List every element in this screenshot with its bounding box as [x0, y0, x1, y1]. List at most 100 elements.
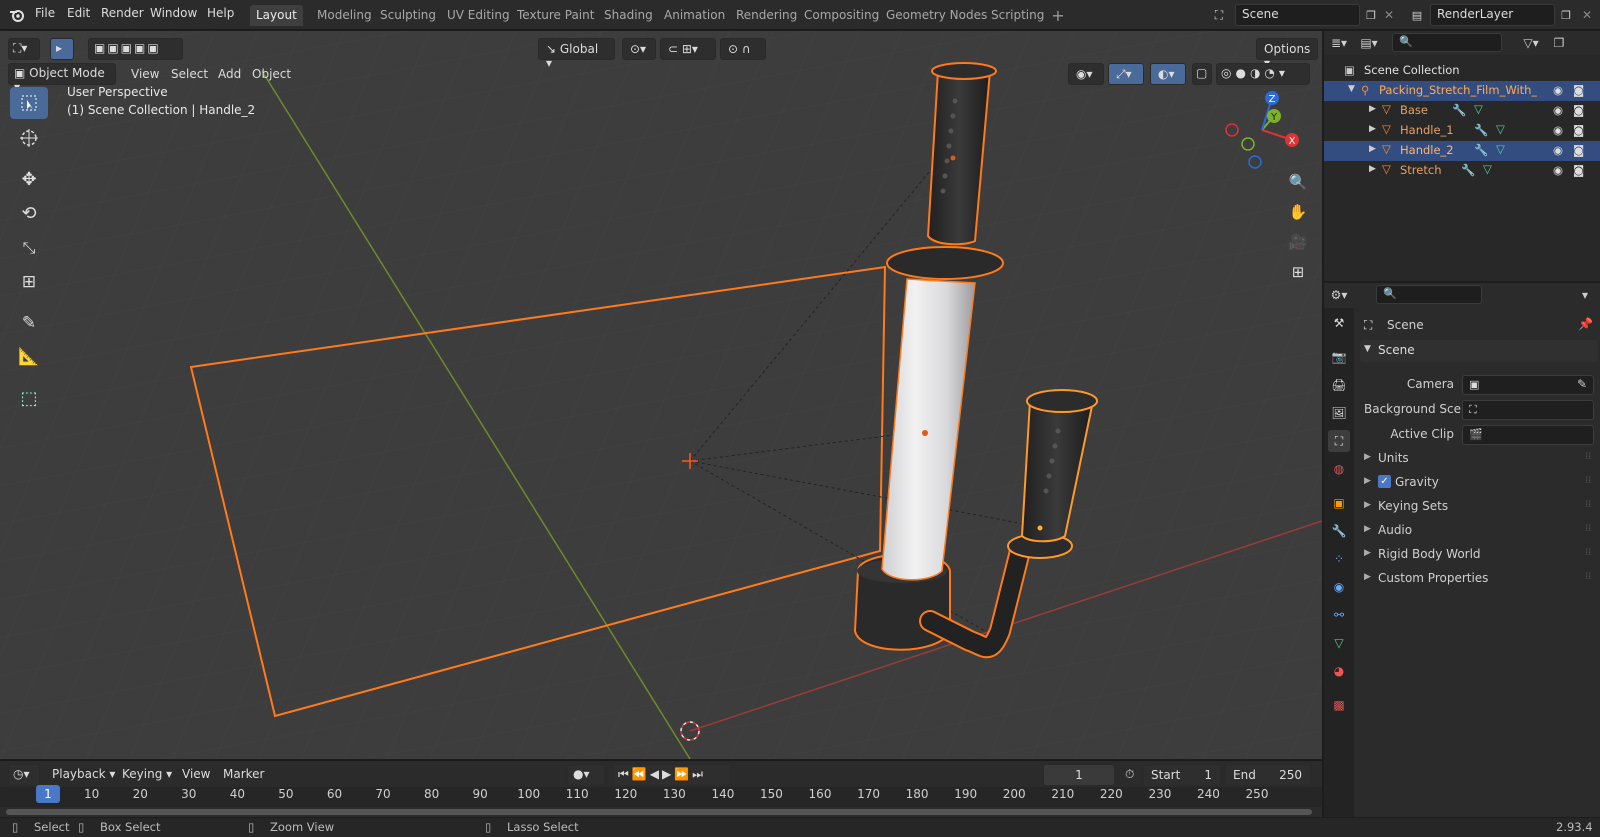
playback-controls[interactable]: ⏮⏪◀▶⏩⏭: [613, 764, 731, 786]
drag-handle-icon[interactable]: ⁞⁞: [1585, 547, 1591, 558]
chevron-right-icon[interactable]: ▶: [1369, 104, 1376, 114]
pin-icon[interactable]: 📌: [1578, 317, 1593, 331]
render-camera-icon[interactable]: ◙: [1573, 163, 1584, 177]
rotate-tool[interactable]: ⟲: [10, 197, 48, 229]
new-collection-icon[interactable]: ❐: [1548, 33, 1570, 53]
snapping-button[interactable]: ⊂ ⊞▾: [660, 38, 716, 60]
auto-keying-button[interactable]: ●▾: [567, 764, 605, 786]
chevron-right-icon[interactable]: ▶: [1369, 144, 1376, 154]
tool-tab-icon[interactable]: ⚒: [1328, 312, 1350, 334]
cursor-tool[interactable]: [10, 122, 48, 154]
gravity-checkbox[interactable]: ✓: [1378, 475, 1391, 488]
ortho-toggle-icon[interactable]: ⊞: [1284, 258, 1312, 286]
drag-handle-icon[interactable]: ⁞⁞: [1585, 523, 1591, 534]
outliner-object-row[interactable]: ▶ ▽ Handle_1 🔧 ▽ ◉ ◙: [1324, 121, 1600, 141]
render-tab-icon[interactable]: 📷: [1328, 346, 1350, 368]
object-tab-icon[interactable]: ▣: [1328, 492, 1350, 514]
tab-animation[interactable]: Animation: [658, 5, 731, 26]
chevron-down-icon[interactable]: ▼: [1348, 84, 1355, 94]
camera-field[interactable]: ▣ ✎: [1462, 375, 1594, 395]
drag-handle-icon[interactable]: ⁞⁞: [1585, 499, 1591, 510]
menu-view[interactable]: View: [131, 67, 159, 81]
overlay-toggle[interactable]: ◐▾: [1150, 63, 1186, 85]
pivot-point-dropdown[interactable]: ⊙▾: [622, 38, 656, 60]
drag-handle-icon[interactable]: ⁞⁞: [1585, 571, 1591, 582]
transform-tool[interactable]: ⊞: [10, 266, 48, 298]
world-tab-icon[interactable]: ◍: [1328, 458, 1350, 480]
timeline-editor-type-icon[interactable]: ◷▾: [8, 764, 40, 786]
texture-tab-icon[interactable]: ▩: [1328, 694, 1350, 716]
render-camera-icon[interactable]: ◙: [1573, 83, 1584, 97]
start-frame-field[interactable]: Start 1: [1143, 764, 1221, 786]
shading-mode-buttons[interactable]: ◎●◑◔▾: [1216, 63, 1310, 85]
tab-texture-paint[interactable]: Texture Paint: [511, 5, 600, 26]
drag-handle-icon[interactable]: ⁞⁞: [1585, 475, 1591, 486]
chevron-right-icon[interactable]: ▶: [1369, 124, 1376, 134]
blender-logo-icon[interactable]: [6, 5, 28, 25]
menu-object[interactable]: Object: [252, 67, 291, 81]
current-frame-field[interactable]: 1: [1043, 764, 1115, 786]
filter-icon[interactable]: ▽▾: [1520, 33, 1542, 53]
annotate-tool[interactable]: ✎: [10, 307, 48, 339]
scene-tab-icon[interactable]: ⛶: [1328, 430, 1350, 452]
menu-file[interactable]: File: [35, 6, 55, 20]
scale-tool[interactable]: ⤡: [10, 232, 48, 264]
navigation-gizmo[interactable]: X Y Z: [1222, 90, 1312, 170]
timeline-scrollbar[interactable]: [6, 809, 1312, 815]
output-tab-icon[interactable]: 🖨: [1328, 374, 1350, 396]
preview-range-icon[interactable]: ⏱: [1125, 767, 1134, 782]
render-camera-icon[interactable]: ◙: [1573, 103, 1584, 117]
xray-toggle[interactable]: ▢: [1192, 63, 1212, 85]
view-layer-icon[interactable]: ▤: [1406, 5, 1428, 25]
panel-units[interactable]: ▶ Units ⁞⁞: [1360, 448, 1598, 470]
panel-keying-sets[interactable]: ▶ Keying Sets ⁞⁞: [1360, 496, 1598, 518]
scene-field[interactable]: Scene: [1235, 4, 1360, 26]
editor-type-button[interactable]: ⛶▾: [8, 38, 40, 60]
panel-gravity[interactable]: ▶ ✓ Gravity ⁞⁞: [1360, 472, 1598, 494]
outliner-object-row[interactable]: ▶ ▽ Base 🔧 ▽ ◉ ◙: [1324, 101, 1600, 121]
menu-select[interactable]: Select: [171, 67, 208, 81]
visibility-eye-icon[interactable]: ◉: [1553, 163, 1563, 177]
outliner-editor-type-icon[interactable]: ≣▾: [1328, 33, 1350, 53]
camera-view-icon[interactable]: 🎥: [1284, 228, 1312, 256]
outliner-scene-collection[interactable]: ▣ Scene Collection: [1324, 61, 1600, 81]
properties-editor-type-icon[interactable]: ⚙▾: [1328, 285, 1350, 305]
3d-viewport[interactable]: [0, 31, 1322, 759]
tab-scripting[interactable]: Scripting: [985, 5, 1050, 26]
tab-compositing[interactable]: Compositing: [798, 5, 885, 26]
measure-tool[interactable]: 📐: [10, 341, 48, 373]
view-layer-tab-icon[interactable]: 🖼: [1328, 402, 1350, 424]
add-workspace-icon[interactable]: +: [1047, 5, 1069, 25]
display-mode-icon[interactable]: ▤▾: [1358, 33, 1380, 53]
proportional-edit-button[interactable]: ⊙ ∩: [720, 38, 766, 60]
tab-layout[interactable]: Layout: [250, 5, 303, 26]
tab-geometry-nodes[interactable]: Geometry Nodes: [880, 5, 993, 26]
outliner-object-row[interactable]: ▶ ▽ Handle_2 🔧 ▽ ◉ ◙: [1324, 141, 1600, 161]
selection-mode-buttons[interactable]: ▣▣▣▣▣: [88, 38, 183, 60]
menu-help[interactable]: Help: [207, 6, 234, 20]
eyedropper-icon[interactable]: ✎: [1577, 377, 1587, 391]
panel-rigid-body-world[interactable]: ▶ Rigid Body World ⁞⁞: [1360, 544, 1598, 566]
constraints-tab-icon[interactable]: ⚯: [1328, 604, 1350, 626]
tab-shading[interactable]: Shading: [598, 5, 659, 26]
delete-layer-icon[interactable]: ✕: [1576, 5, 1598, 25]
render-camera-icon[interactable]: ◙: [1573, 143, 1584, 157]
background-scene-field[interactable]: ⛶: [1462, 400, 1594, 420]
tab-modeling[interactable]: Modeling: [311, 5, 378, 26]
zoom-view-icon[interactable]: 🔍: [1284, 168, 1312, 196]
menu-playback[interactable]: Playback ▾: [52, 767, 115, 781]
menu-timeline-view[interactable]: View: [182, 767, 210, 781]
select-tool-button[interactable]: ▸: [50, 38, 74, 60]
scene-icon[interactable]: ⛶: [1208, 5, 1230, 25]
renderlayer-field[interactable]: RenderLayer: [1430, 4, 1555, 26]
properties-search-input[interactable]: 🔍: [1376, 285, 1482, 304]
move-tool[interactable]: ✥: [10, 163, 48, 195]
chevron-right-icon[interactable]: ▶: [1369, 164, 1376, 174]
panel-audio[interactable]: ▶ Audio ⁞⁞: [1360, 520, 1598, 542]
visibility-eye-icon[interactable]: ◉: [1553, 143, 1563, 157]
tab-uv-editing[interactable]: UV Editing: [441, 5, 516, 26]
modifier-tab-icon[interactable]: 🔧: [1328, 520, 1350, 542]
pan-view-icon[interactable]: ✋: [1284, 198, 1312, 226]
delete-scene-icon[interactable]: ✕: [1378, 5, 1400, 25]
tab-rendering[interactable]: Rendering: [730, 5, 803, 26]
